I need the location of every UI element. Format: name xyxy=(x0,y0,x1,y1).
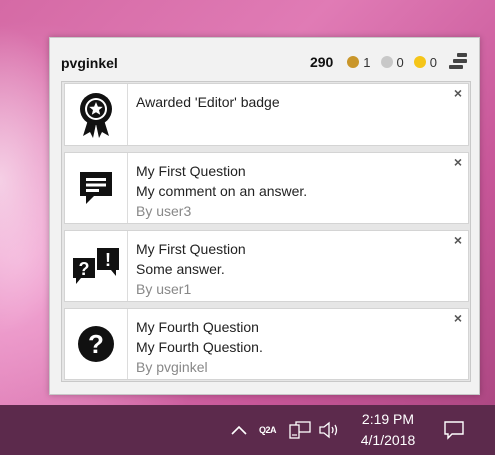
gold-badge-count: 1 xyxy=(363,54,371,70)
notification-list[interactable]: Awarded 'Editor' badge × My First Questi… xyxy=(61,81,471,382)
notification-item[interactable]: ? My Fourth Question My Fourth Question.… xyxy=(64,308,469,380)
notification-body: Some answer. xyxy=(136,261,225,277)
clock-date: 4/1/2018 xyxy=(360,432,416,448)
popup-header: pvginkel 290 1 0 0 xyxy=(50,38,479,82)
notification-center-icon xyxy=(444,421,464,440)
taskbar: Q2A 2:19 PM 4/1/2018 xyxy=(0,405,495,455)
notification-text: My First Question Some answer. By user1 xyxy=(136,239,446,299)
notification-text: Awarded 'Editor' badge xyxy=(136,92,446,112)
notification-author: By pvginkel xyxy=(136,359,208,375)
close-button[interactable]: × xyxy=(454,85,462,101)
comment-icon xyxy=(65,153,128,223)
svg-text:?: ? xyxy=(79,259,90,279)
close-button[interactable]: × xyxy=(454,154,462,170)
q2a-tray-label: Q2A xyxy=(259,425,277,435)
notification-body: My comment on an answer. xyxy=(136,183,308,199)
award-badge-icon xyxy=(65,84,128,145)
notification-item[interactable]: ? ! My First Question Some answer. By us… xyxy=(64,230,469,302)
gold-badge-icon xyxy=(347,56,360,68)
notification-title: Awarded 'Editor' badge xyxy=(136,94,280,110)
question-title: My First Question xyxy=(136,241,246,257)
clock-time: 2:19 PM xyxy=(361,411,415,427)
answer-icon: ? ! xyxy=(65,231,128,301)
svg-text:?: ? xyxy=(88,329,104,359)
notification-author: By user1 xyxy=(136,281,192,297)
notification-item[interactable]: My First Question My comment on an answe… xyxy=(64,152,469,224)
question-icon: ? xyxy=(65,309,128,379)
notification-author: By user3 xyxy=(136,203,192,219)
volume-icon[interactable] xyxy=(318,405,340,455)
notification-text: My First Question My comment on an answe… xyxy=(136,161,446,221)
bronze-badge-icon xyxy=(413,56,426,68)
q2a-tray-icon[interactable]: Q2A xyxy=(259,405,277,455)
silver-badge-count: 0 xyxy=(396,54,404,70)
chevron-up-icon xyxy=(231,425,247,435)
question-title: My First Question xyxy=(136,163,246,179)
username-label: pvginkel xyxy=(61,55,118,71)
reputation-count: 290 xyxy=(309,54,334,70)
bronze-badge-count: 0 xyxy=(429,54,437,70)
stack-overflow-stack-icon[interactable] xyxy=(449,53,469,71)
close-button[interactable]: × xyxy=(454,310,462,326)
close-button[interactable]: × xyxy=(454,232,462,248)
notification-item[interactable]: Awarded 'Editor' badge × xyxy=(64,83,469,146)
svg-text:!: ! xyxy=(105,250,111,270)
silver-badge-icon xyxy=(380,56,393,68)
notification-body: My Fourth Question. xyxy=(136,339,263,355)
network-icon[interactable] xyxy=(289,405,311,455)
user-stats: 290 1 0 0 xyxy=(310,52,469,72)
notification-text: My Fourth Question My Fourth Question. B… xyxy=(136,317,446,377)
action-center-button[interactable] xyxy=(443,405,465,455)
notification-popup: pvginkel 290 1 0 0 Awarded 'Editor' badg… xyxy=(49,37,480,395)
show-hidden-icons-button[interactable] xyxy=(230,405,248,455)
clock[interactable]: 2:19 PM 4/1/2018 xyxy=(352,409,424,451)
question-title: My Fourth Question xyxy=(136,319,259,335)
